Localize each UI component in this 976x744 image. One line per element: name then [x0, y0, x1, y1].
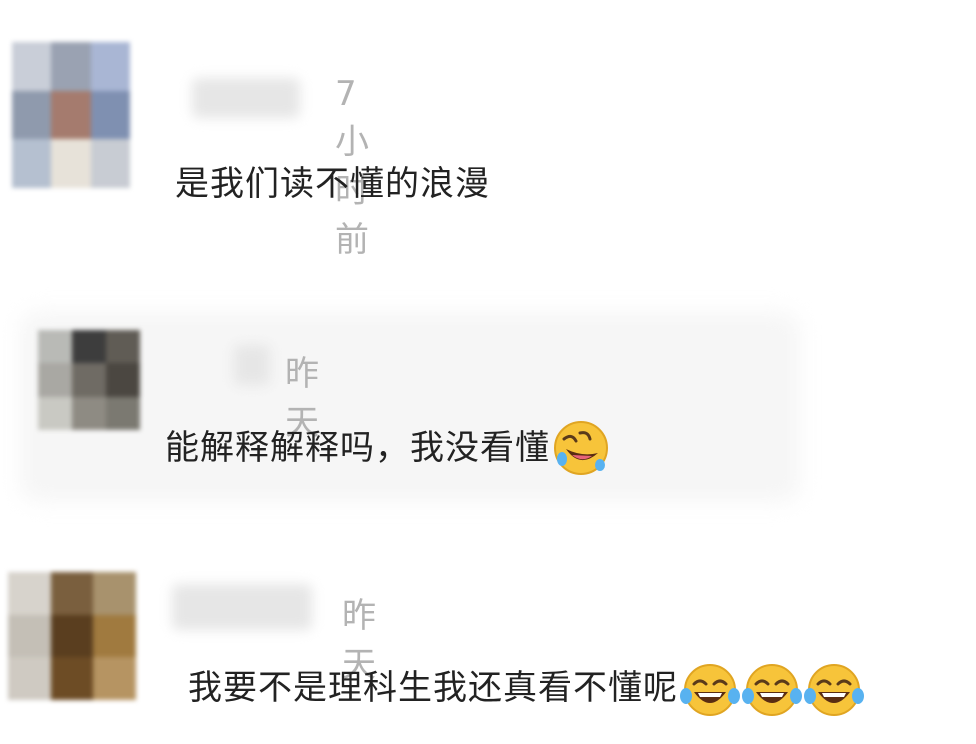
comment-text-body: 能解释解释吗，我没看懂 [165, 428, 550, 468]
comment-text: 是我们读不懂的浪漫 [175, 164, 490, 204]
avatar[interactable] [8, 572, 136, 700]
username-blurred[interactable] [192, 78, 300, 118]
tears-of-joy-emoji [680, 662, 740, 718]
tears-of-joy-emoji [742, 662, 802, 718]
avatar[interactable] [12, 42, 130, 188]
comment-text: 能解释解释吗，我没看懂 [165, 420, 610, 479]
username-blurred[interactable] [234, 345, 270, 385]
username-blurred[interactable] [172, 584, 312, 630]
tears-of-joy-emoji [804, 662, 864, 718]
avatar[interactable] [38, 330, 140, 430]
rolling-laugh-emoji [552, 419, 610, 477]
comment-text-body: 我要不是理科生我还真看不懂呢 [188, 668, 678, 708]
comment-text: 我要不是理科生我还真看不懂呢 [188, 660, 864, 718]
